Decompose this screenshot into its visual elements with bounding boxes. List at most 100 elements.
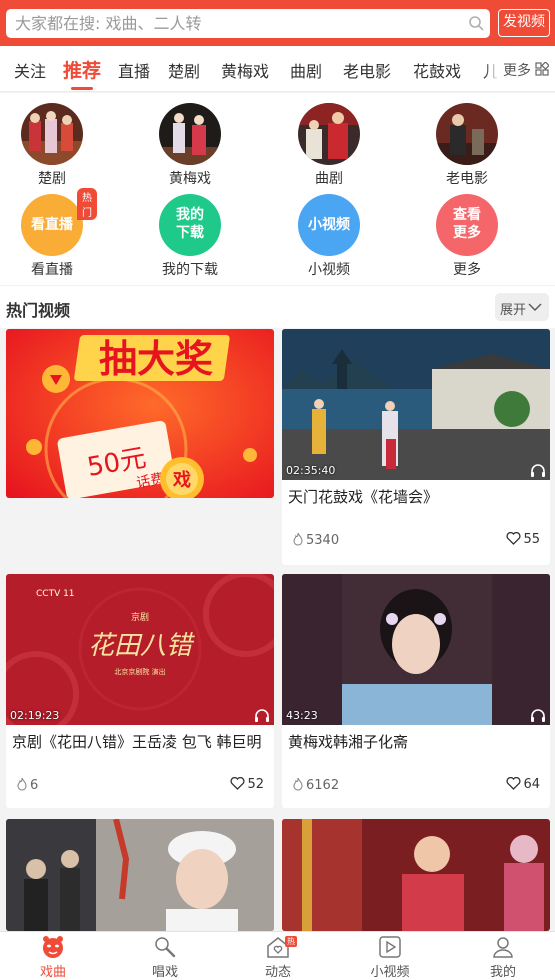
entry-short-video[interactable]: 小视频 小视频 [284, 194, 374, 279]
entry-old-movies[interactable]: 老电影 [422, 103, 512, 188]
ad-banner[interactable]: 抽大奖 50元 话费 戏 [6, 329, 274, 498]
tab-huagu-opera[interactable]: 花鼓戏 [413, 58, 461, 82]
entry-qu-opera[interactable]: 曲剧 [284, 103, 374, 188]
like-count[interactable]: 64 [506, 776, 540, 792]
nav-sing[interactable]: 唱戏 [125, 934, 205, 980]
view-more-icon: 查看 更多 [436, 194, 498, 256]
hot-badge: 热 [285, 936, 297, 947]
nav-label: 动态 [264, 965, 291, 980]
entry-label: 老电影 [446, 171, 488, 187]
category-tabs: 关注 推荐 直播 楚剧 黄梅戏 曲剧 老电影 花鼓戏 儿 更多 [0, 46, 555, 92]
play-square-icon [379, 936, 401, 958]
search-icon[interactable] [468, 15, 484, 31]
thumb-sub-text: 北京京剧院 演出 [114, 667, 165, 676]
nav-opera[interactable]: 戏曲 [13, 934, 93, 980]
like-count[interactable]: 52 [230, 776, 264, 792]
view-count: 6 [16, 777, 38, 793]
app-root: 发视频 关注 推荐 直播 楚剧 黄梅戏 曲剧 老电影 花鼓戏 儿 更多 [0, 0, 555, 980]
video-stats: 5340 55 [282, 528, 550, 554]
ad-headline: 抽大奖 [99, 337, 213, 381]
nav-mine[interactable]: 我的 [463, 934, 543, 980]
entry-label: 看直播 [31, 262, 73, 278]
live-icon-text: 看直播 [31, 217, 73, 233]
short-video-icon: 小视频 [298, 194, 360, 256]
expand-label: 展开 [500, 303, 527, 318]
view-more-icon-text: 查看 更多 [453, 207, 481, 241]
top-bar: 发视频 [0, 0, 555, 46]
video-card[interactable] [6, 819, 274, 931]
tab-qu-opera[interactable]: 曲剧 [290, 58, 322, 82]
nav-label: 小视频 [370, 965, 410, 980]
entry-chu-opera[interactable]: 楚剧 [7, 103, 97, 188]
view-count: 6162 [292, 777, 339, 793]
heart-icon [230, 776, 245, 790]
heart-icon [506, 531, 521, 545]
section-title: 热门视频 [6, 301, 71, 320]
entry-label: 我的下载 [162, 262, 218, 278]
flame-icon [293, 532, 303, 546]
tab-follow[interactable]: 关注 [14, 58, 46, 82]
active-tab-indicator [71, 87, 93, 90]
hot-badge: 热门 [77, 188, 97, 220]
bottom-nav: 戏曲 唱戏 热 动态 小视频 我的 [0, 931, 555, 980]
video-title: 天门花鼓戏《花墙会》 [288, 488, 439, 506]
headphones-icon [255, 709, 269, 722]
video-thumbnail [6, 819, 274, 931]
grid-icon [535, 62, 549, 76]
like-count[interactable]: 55 [506, 531, 540, 547]
nav-feed[interactable]: 热 动态 [238, 934, 318, 980]
chu-opera-thumbnail [21, 103, 83, 165]
live-icon: 看直播 [21, 194, 83, 256]
thumb-small-text: 京剧 [131, 611, 149, 623]
search-input[interactable] [6, 9, 446, 38]
entry-label: 更多 [453, 262, 481, 278]
tab-old-movies[interactable]: 老电影 [343, 58, 391, 82]
entry-label: 曲剧 [315, 171, 343, 187]
entry-my-downloads[interactable]: 我的 下载 我的下载 [145, 194, 235, 279]
video-title: 黄梅戏韩湘子化斋 [288, 733, 409, 751]
video-duration: 02:35:40 [286, 464, 336, 477]
nav-label: 唱戏 [151, 965, 178, 980]
flame-icon [17, 777, 27, 791]
video-card[interactable]: CCTV 11 京剧 花田八错 北京京剧院 演出 02:19:23 京剧《花田八… [6, 574, 274, 808]
tab-live[interactable]: 直播 [118, 58, 150, 82]
lottery-banner-image: 抽大奖 50元 话费 戏 [6, 329, 274, 498]
qu-opera-thumbnail [298, 103, 360, 165]
video-title: 京剧《花田八错》王岳凌 包飞 韩巨明 [12, 733, 262, 751]
ad-coin-text: 戏 [172, 470, 191, 491]
video-thumbnail: CCTV 11 京剧 花田八错 北京京剧院 演出 02:19:23 [6, 574, 274, 725]
video-thumbnail [282, 819, 550, 931]
more-tabs-button[interactable]: 更多 [497, 46, 555, 91]
hot-videos-header: 热门视频 展开 [0, 286, 555, 328]
expand-button[interactable]: 展开 [495, 293, 549, 321]
nav-label: 我的 [489, 965, 516, 980]
nav-label: 戏曲 [39, 965, 66, 980]
video-card[interactable] [282, 819, 550, 931]
publish-video-button[interactable]: 发视频 [498, 9, 550, 37]
quick-entry-grid: 楚剧 黄梅戏 曲剧 老电影 看直播 热门 看直播 我的 下载 我的下载 小视频 … [0, 93, 555, 285]
tab-huangmei-opera[interactable]: 黄梅戏 [221, 58, 269, 82]
flame-icon [293, 777, 303, 791]
user-icon [493, 937, 513, 958]
entry-label: 小视频 [308, 262, 350, 278]
heart-icon [506, 776, 521, 790]
headphones-icon [531, 464, 545, 477]
entry-label: 黄梅戏 [169, 171, 211, 187]
entry-watch-live[interactable]: 看直播 热门 看直播 [7, 188, 97, 279]
entry-huangmei-opera[interactable]: 黄梅戏 [145, 103, 235, 188]
entry-more[interactable]: 查看 更多 更多 [422, 194, 512, 279]
search-box[interactable] [6, 9, 490, 38]
chevron-down-icon [528, 303, 542, 311]
entry-label: 楚剧 [38, 171, 66, 187]
video-card[interactable]: 02:35:40 天门花鼓戏《花墙会》 5340 55 [282, 329, 550, 565]
video-duration: 43:23 [286, 709, 318, 722]
video-duration: 02:19:23 [10, 709, 60, 722]
tab-chu-opera[interactable]: 楚剧 [168, 58, 200, 82]
download-icon: 我的 下载 [159, 194, 221, 256]
tab-recommend[interactable]: 推荐 [63, 56, 101, 83]
video-card[interactable]: 43:23 黄梅戏韩湘子化斋 6162 64 [282, 574, 550, 808]
nav-short-video[interactable]: 小视频 [350, 934, 430, 980]
video-thumbnail: 43:23 [282, 574, 550, 725]
view-count: 5340 [292, 532, 339, 548]
microphone-icon [155, 937, 176, 958]
